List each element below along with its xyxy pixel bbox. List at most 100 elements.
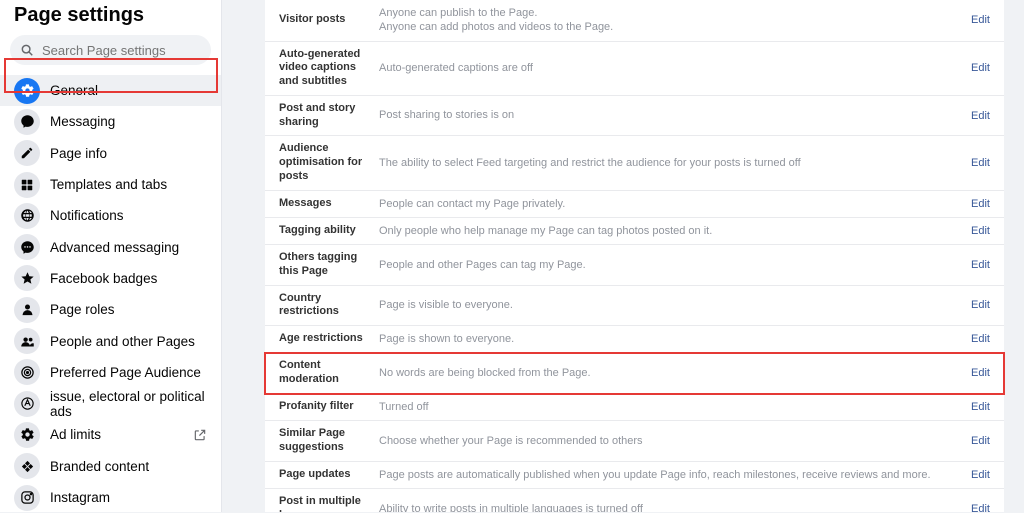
pencil-icon [14, 140, 40, 166]
main-panel: Visitor postsAnyone can publish to the P… [245, 0, 1024, 512]
chat-icon [14, 109, 40, 135]
setting-label: Profanity filter [279, 400, 379, 414]
setting-row: Similar Page suggestionsChoose whether y… [265, 421, 1004, 462]
setting-row: Others tagging this PagePeople and other… [265, 245, 1004, 286]
sidebar-item-people-and-other-pages[interactable]: People and other Pages [0, 325, 221, 356]
sidebar-item-issue-electoral-or-political-ads[interactable]: issue, electoral or political ads [0, 388, 221, 419]
sidebar-item-label: Ad limits [50, 427, 101, 442]
sidebar-item-preferred-page-audience[interactable]: Preferred Page Audience [0, 357, 221, 388]
sidebar-item-instagram[interactable]: Instagram [0, 482, 221, 513]
handshake-icon [14, 453, 40, 479]
sidebar-item-label: General [50, 83, 98, 98]
sidebar-item-general[interactable]: General [0, 75, 221, 106]
sidebar-item-page-info[interactable]: Page info [0, 138, 221, 169]
sidebar-item-label: Instagram [50, 490, 110, 505]
setting-row: Country restrictionsPage is visible to e… [265, 286, 1004, 327]
sidebar-item-label: Facebook badges [50, 271, 157, 286]
setting-row: Content moderationNo words are being blo… [265, 353, 1004, 394]
sidebar-item-notifications[interactable]: Notifications [0, 200, 221, 231]
edit-link[interactable]: Edit [971, 401, 990, 413]
sidebar-item-templates-and-tabs[interactable]: Templates and tabs [0, 169, 221, 200]
setting-desc: Auto-generated captions are off [379, 61, 971, 75]
sidebar-item-label: Page roles [50, 302, 115, 317]
setting-row: Post and story sharingPost sharing to st… [265, 96, 1004, 137]
sidebar: Page settings General Messaging Page info T… [0, 0, 222, 512]
setting-desc: Turned off [379, 400, 971, 414]
setting-desc: People and other Pages can tag my Page. [379, 258, 971, 272]
setting-row: Age restrictionsPage is shown to everyon… [265, 326, 1004, 353]
page-title: Page settings [14, 4, 221, 27]
people-icon [14, 328, 40, 354]
edit-link[interactable]: Edit [971, 503, 990, 512]
setting-row: Profanity filterTurned offEdit [265, 394, 1004, 421]
setting-row: MessagesPeople can contact my Page priva… [265, 191, 1004, 218]
sidebar-item-label: People and other Pages [50, 334, 195, 349]
edit-link[interactable]: Edit [971, 367, 990, 379]
search-box[interactable] [10, 35, 211, 65]
person-icon [14, 297, 40, 323]
sidebar-item-label: Preferred Page Audience [50, 365, 201, 380]
settings-list: Visitor postsAnyone can publish to the P… [265, 0, 1004, 512]
sidebar-item-label: Templates and tabs [50, 177, 167, 192]
edit-link[interactable]: Edit [971, 62, 990, 74]
edit-link[interactable]: Edit [971, 469, 990, 481]
setting-desc: The ability to select Feed targeting and… [379, 156, 971, 170]
sidebar-item-branded-content[interactable]: Branded content [0, 451, 221, 482]
edit-link[interactable]: Edit [971, 225, 990, 237]
chat-dots-icon [14, 234, 40, 260]
setting-label: Visitor posts [279, 13, 379, 27]
setting-desc: Page posts are automatically published w… [379, 468, 971, 482]
setting-label: Audience optimisation for posts [279, 142, 379, 183]
sidebar-item-label: Page info [50, 146, 107, 161]
setting-desc: Only people who help manage my Page can … [379, 224, 971, 238]
edit-link[interactable]: Edit [971, 157, 990, 169]
setting-label: Others tagging this Page [279, 251, 379, 279]
setting-desc: Choose whether your Page is recommended … [379, 434, 971, 448]
sidebar-item-messaging[interactable]: Messaging [0, 106, 221, 137]
edit-link[interactable]: Edit [971, 299, 990, 311]
setting-label: Page updates [279, 468, 379, 482]
setting-desc: Page is visible to everyone. [379, 298, 971, 312]
sidebar-item-ad-limits[interactable]: Ad limits [0, 419, 221, 450]
setting-desc: No words are being blocked from the Page… [379, 366, 971, 380]
setting-desc: Anyone can publish to the Page.Anyone ca… [379, 6, 971, 35]
sidebar-item-label: Notifications [50, 208, 124, 223]
setting-label: Content moderation [279, 359, 379, 387]
target-icon [14, 359, 40, 385]
setting-row: Tagging abilityOnly people who help mana… [265, 218, 1004, 245]
search-input[interactable] [40, 42, 220, 59]
sidebar-item-facebook-badges[interactable]: Facebook badges [0, 263, 221, 294]
sidebar-nav: General Messaging Page info Templates and t… [0, 75, 221, 513]
setting-label: Age restrictions [279, 332, 379, 346]
edit-link[interactable]: Edit [971, 198, 990, 210]
setting-label: Auto-generated video captions and subtit… [279, 48, 379, 89]
external-link-icon [193, 428, 207, 442]
sidebar-item-label: Messaging [50, 114, 115, 129]
setting-label: Post and story sharing [279, 102, 379, 130]
sidebar-item-advanced-messaging[interactable]: Advanced messaging [0, 231, 221, 262]
star-icon [14, 265, 40, 291]
edit-link[interactable]: Edit [971, 110, 990, 122]
edit-link[interactable]: Edit [971, 435, 990, 447]
setting-row: Audience optimisation for postsThe abili… [265, 136, 1004, 190]
setting-desc: Post sharing to stories is on [379, 108, 971, 122]
setting-desc: People can contact my Page privately. [379, 197, 971, 211]
edit-link[interactable]: Edit [971, 14, 990, 26]
edit-link[interactable]: Edit [971, 333, 990, 345]
grid-icon [14, 172, 40, 198]
sidebar-item-label: Advanced messaging [50, 240, 179, 255]
setting-label: Country restrictions [279, 292, 379, 320]
gear-icon [14, 78, 40, 104]
setting-row: Auto-generated video captions and subtit… [265, 42, 1004, 96]
ad-icon [14, 391, 40, 417]
setting-desc: Ability to write posts in multiple langu… [379, 502, 971, 512]
search-icon [20, 43, 34, 57]
sidebar-item-page-roles[interactable]: Page roles [0, 294, 221, 325]
setting-row: Page updatesPage posts are automatically… [265, 462, 1004, 489]
edit-link[interactable]: Edit [971, 259, 990, 271]
instagram-icon [14, 485, 40, 511]
globe-icon [14, 203, 40, 229]
setting-row: Visitor postsAnyone can publish to the P… [265, 0, 1004, 42]
setting-desc: Page is shown to everyone. [379, 332, 971, 346]
sidebar-item-label: issue, electoral or political ads [50, 389, 207, 419]
